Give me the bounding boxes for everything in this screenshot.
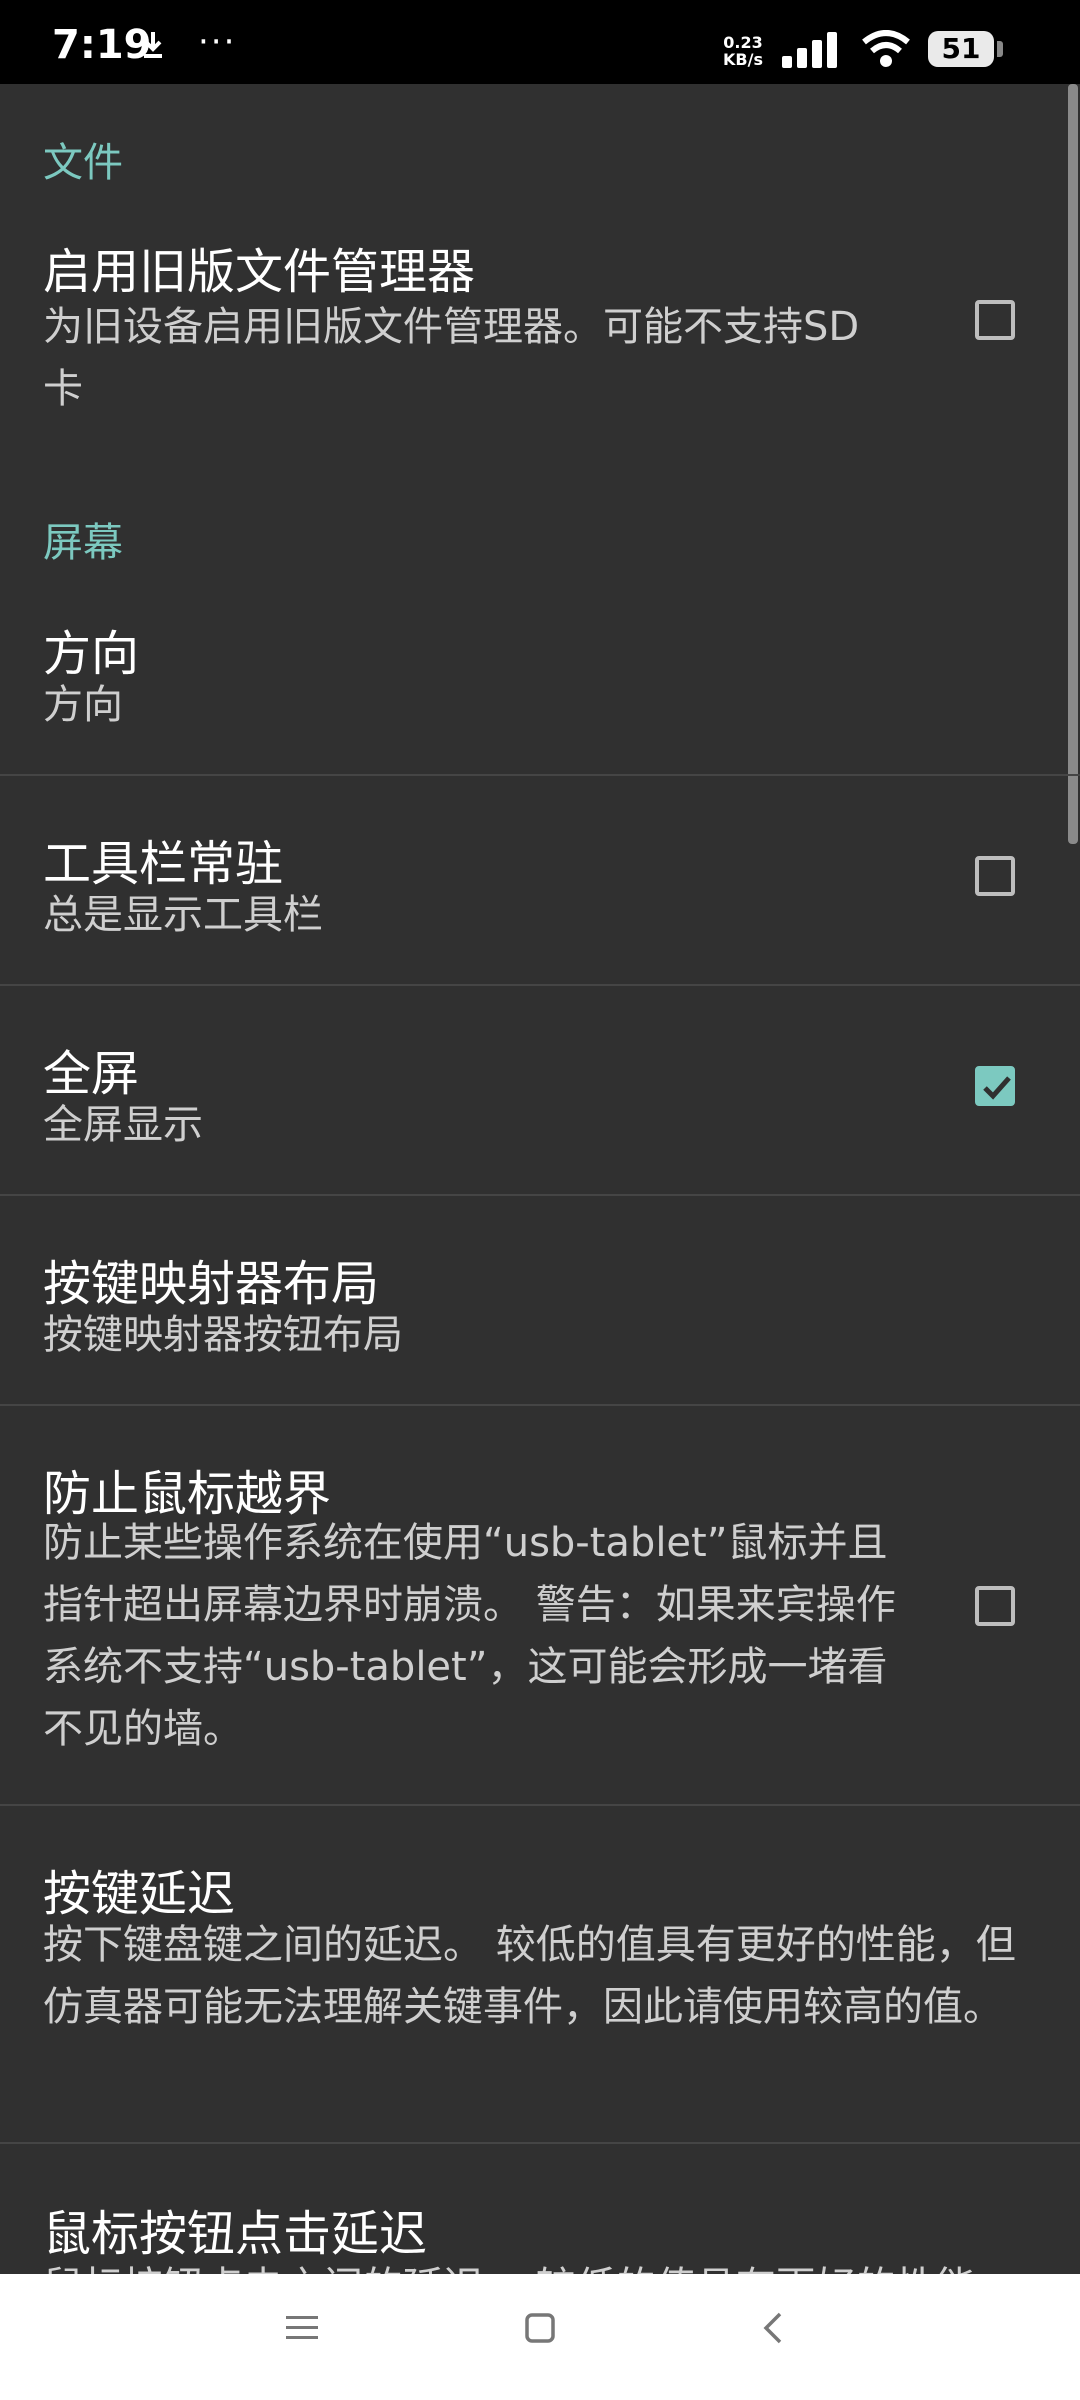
back-icon[interactable]: [760, 2312, 784, 2348]
home-icon[interactable]: [524, 2312, 556, 2348]
status-bar: 7:19 ··· 0.23 KB/s 51: [0, 0, 1080, 84]
setting-title-legacy-file-manager: 启用旧版文件管理器: [43, 244, 476, 300]
checkbox-toolbar-always[interactable]: [975, 856, 1015, 896]
menu-icon[interactable]: [286, 2312, 318, 2346]
setting-fullscreen[interactable]: [0, 986, 1080, 1196]
setting-summary-key-delay: 按下键盘键之间的延迟。 较低的值具有更好的性能，但仿真器可能无法理解关键事件，因…: [43, 1922, 1016, 2030]
wifi-icon: [862, 30, 910, 72]
setting-summary-orientation: 方向: [43, 682, 123, 728]
net-speed: 0.23 KB/s: [718, 34, 768, 68]
setting-summary-mouse-click-delay: 鼠标按钮点击之间的延迟。 较低的值具有更好的性能: [43, 2256, 1043, 2274]
setting-summary-mouse-bounds: 防止某些操作系统在使用“usb-tablet”鼠标并且指针超出屏幕边界时崩溃。 …: [43, 1520, 896, 1752]
setting-title-mouse-click-delay: 鼠标按钮点击延迟: [43, 2206, 428, 2262]
signal-icon: [782, 32, 840, 72]
setting-summary-legacy-file-manager: 为旧设备启用旧版文件管理器。可能不支持SD卡: [43, 304, 860, 412]
status-time: 7:19: [52, 22, 152, 68]
checkmark-icon: [983, 1076, 1011, 1100]
net-speed-value: 0.23: [723, 33, 763, 52]
section-header-file: 文件: [43, 140, 123, 186]
download-icon: [140, 30, 166, 64]
checkbox-fullscreen[interactable]: [975, 1066, 1015, 1106]
more-notifications-icon: ···: [198, 22, 237, 62]
net-speed-unit: KB/s: [723, 50, 763, 69]
section-header-screen: 屏幕: [43, 520, 123, 566]
battery-indicator: 51: [928, 31, 994, 67]
checkbox-legacy-file-manager[interactable]: [975, 300, 1015, 340]
setting-summary-keymapper: 按键映射器按钮布局: [43, 1312, 403, 1358]
settings-list: 文件 启用旧版文件管理器 为旧设备启用旧版文件管理器。可能不支持SD卡 屏幕 方…: [0, 84, 1080, 2274]
setting-summary-toolbar: 总是显示工具栏: [43, 892, 323, 938]
navigation-bar: [0, 2274, 1080, 2400]
checkbox-mouse-bounds[interactable]: [975, 1586, 1015, 1626]
battery-cap: [997, 41, 1003, 57]
setting-summary-fullscreen: 全屏显示: [43, 1102, 203, 1148]
